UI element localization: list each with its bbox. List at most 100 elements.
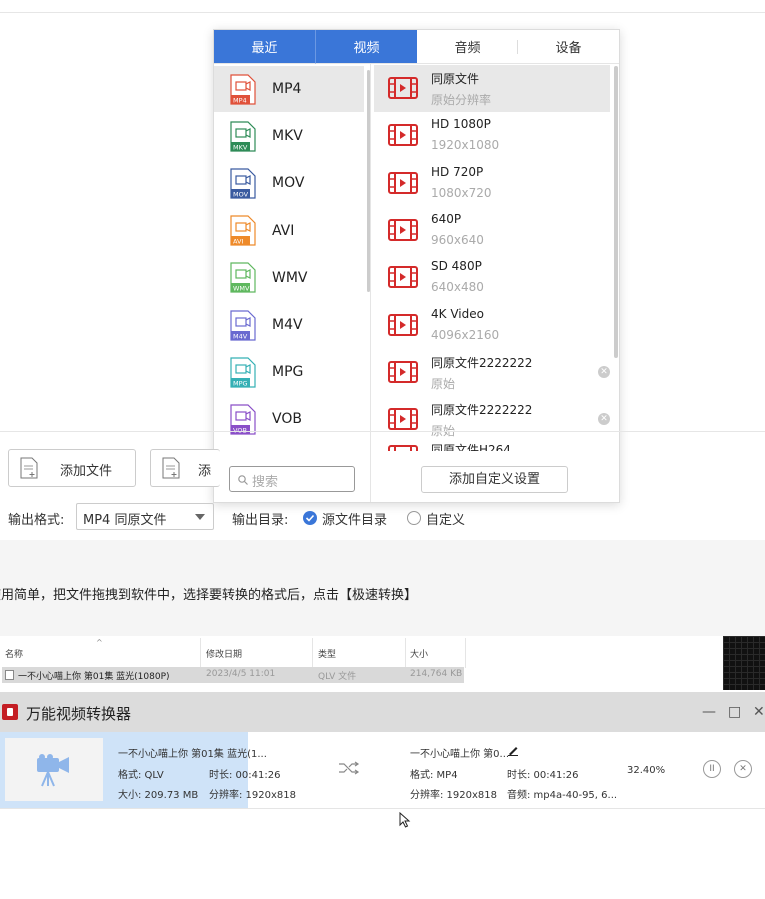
check-icon [305,514,315,522]
output-duration: 时长: 00:41:26 [507,770,579,781]
tab-audio[interactable]: 音频 [417,30,518,64]
output-format-label: 输出格式: [8,513,65,528]
preset-resolution: 4096x2160 [431,327,500,342]
preset-resolution: 640x480 [431,280,484,295]
preset-name: 同原文件2222222 [431,403,533,418]
maximize-button[interactable]: □ [728,704,741,720]
format-item-mpg[interactable]: MPG MPG [214,349,364,395]
file-type: QLV 文件 [318,672,357,682]
film-icon [388,124,418,147]
close-button[interactable]: ✕ [753,704,765,720]
svg-text:MKV: MKV [233,143,248,151]
app-logo-icon [2,704,18,720]
output-dir-label: 输出目录: [232,513,289,528]
preset-resolution: 960x640 [431,232,484,247]
preset-option[interactable]: HD 1080P 1920x1080 [374,112,610,159]
svg-text:M4V: M4V [233,332,248,340]
preset-option[interactable]: SD 480P 640x480 [374,254,610,301]
preset-list-scrollbar[interactable] [614,66,618,358]
format-label: MKV [272,128,303,145]
cancel-button[interactable]: ✕ [734,760,752,778]
search-icon [238,475,248,485]
format-item-vob[interactable]: VOBVOB [214,396,364,442]
dark-background-region [723,636,765,690]
format-tabs: 最近 视频 音频 设备 [214,30,619,64]
preset-resolution: 1920x1080 [431,138,500,153]
format-item-mov[interactable]: MOV MOV [214,160,364,206]
preset-option[interactable]: 同原文件 原始分辨率 [374,65,610,112]
source-format: 格式: QLV [118,770,164,781]
film-icon [388,77,418,99]
preset-option[interactable]: 同原文件2222222 原始 ✕ [374,349,610,396]
format-item-mkv[interactable]: MKV MKV [214,113,364,159]
preset-option[interactable]: 4K Video 4096x2160 [374,302,610,349]
source-dir-radio[interactable] [303,511,317,525]
svg-text:MOV: MOV [233,190,249,198]
add-file-label: 添加文件 [60,464,113,479]
video-thumbnail [5,738,103,801]
remove-preset-icon[interactable]: ✕ [598,413,610,426]
file-name: 一不小心喵上你 第01集 蓝光(1080P) [18,672,170,682]
add-folder-label: 添 [198,464,212,479]
preset-name: 同原文件2222222 [431,355,533,370]
format-list: MP4 MP4 MKV MKV MOV MOV AVI AVI WMV WMV M4V M4V MPG M… [214,64,364,484]
film-icon [388,445,418,452]
format-label: VOB [272,411,302,428]
source-duration: 时长: 00:41:26 [209,770,281,781]
output-name: 一不小心喵上你 第0... [410,749,510,760]
format-file-icon: WMV [230,262,256,293]
top-divider [0,12,765,13]
add-file-icon [20,457,38,479]
progress-percent: 32.40% [627,765,666,776]
remove-preset-icon[interactable]: ✕ [598,365,610,378]
format-file-icon: MP4 [230,73,256,105]
format-label: AVI [272,222,295,239]
format-item-m4v[interactable]: M4V M4V [214,302,364,348]
col-header-name[interactable]: 名称 [5,647,23,660]
search-input[interactable]: 搜索 [229,466,355,492]
col-header-date[interactable]: 修改日期 [206,647,242,660]
preset-name: 同原文件 [431,72,480,86]
film-icon [388,360,418,383]
source-resolution: 分辨率: 1920x818 [209,790,297,801]
app-title: 万能视频转换器 [26,705,132,723]
source-size: 大小: 209.73 MB [118,790,199,801]
tab-video[interactable]: 视频 [315,30,417,64]
mouse-cursor-icon [399,812,411,828]
file-size: 214,764 KB [410,669,463,679]
drop-hint: 使用简单，把文件拖拽到软件中，选择要转换的格式后，点击【极速转换】 [0,588,418,603]
preset-option[interactable]: 同原文件2222222 原始 ✕ [374,396,610,443]
preset-option[interactable]: 同原文件H264 [374,443,610,452]
output-format-select[interactable]: MP4 同原文件 [76,503,214,530]
tab-recent[interactable]: 最近 [214,30,315,64]
format-file-icon: MKV [230,121,256,152]
film-icon [388,218,418,241]
preset-resolution: 1080x720 [431,185,492,200]
add-folder-button[interactable]: 添 [150,449,220,487]
add-file-button[interactable]: 添加文件 [8,449,136,487]
svg-text:WMV: WMV [233,285,250,293]
panel-divider [370,64,371,502]
minimize-button[interactable]: — [702,704,716,720]
preset-name: HD 1080P [431,117,491,132]
film-icon [388,171,418,194]
custom-dir-radio[interactable] [407,511,421,525]
search-placeholder: 搜索 [252,475,279,490]
shuffle-icon [339,761,360,775]
pause-button[interactable]: II [703,760,721,778]
format-item-wmv[interactable]: WMV WMV [214,255,364,301]
col-header-size[interactable]: 大小 [410,647,428,660]
tab-device[interactable]: 设备 [518,30,619,64]
add-custom-button[interactable]: 添加自定义设置 [421,466,568,493]
edit-pencil-icon[interactable] [507,744,519,756]
format-item-mp4[interactable]: MP4 MP4 [214,66,364,112]
film-icon [388,313,418,336]
toolbar-divider [0,431,765,432]
preset-option[interactable]: HD 720P 1080x720 [374,160,610,207]
sort-chevron-icon: ^ [96,638,103,647]
preset-option[interactable]: 640P 960x640 [374,207,610,254]
col-header-type[interactable]: 类型 [318,647,336,660]
output-format: 格式: MP4 [410,770,458,781]
output-resolution: 分辨率: 1920x818 [410,790,498,801]
format-item-avi[interactable]: AVI AVI [214,208,364,254]
